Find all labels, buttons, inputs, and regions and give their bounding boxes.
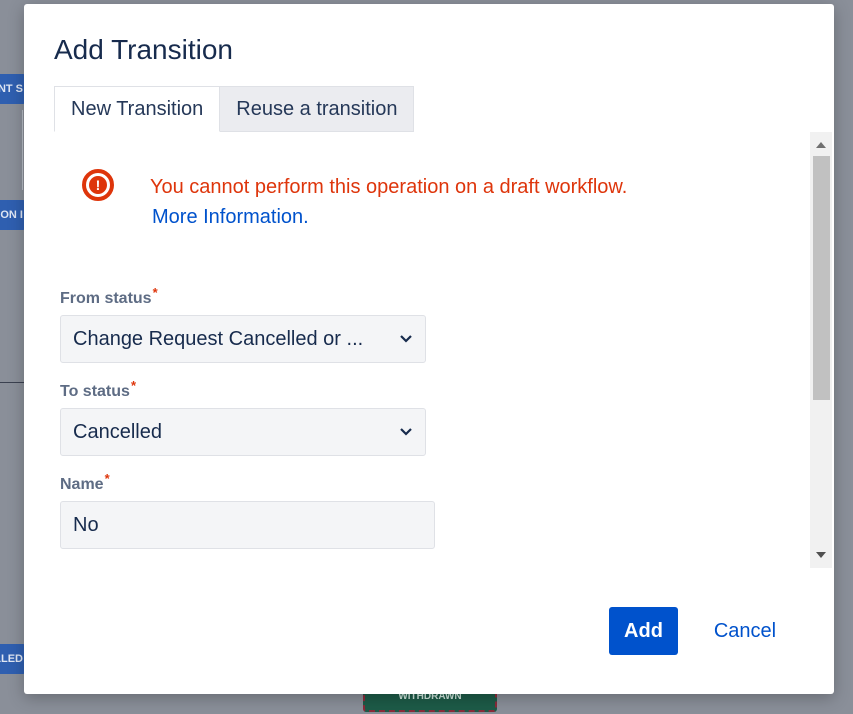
to-status-value: Cancelled (73, 420, 162, 443)
error-message: You cannot perform this operation on a d… (150, 176, 628, 198)
to-status-select[interactable]: Cancelled (60, 408, 426, 456)
workflow-connector (22, 110, 23, 190)
dialog-tabs: New Transition Reuse a transition (54, 86, 415, 132)
cancel-button[interactable]: Cancel (700, 607, 790, 655)
content-scrollbar[interactable] (810, 132, 832, 568)
scrollbar-thumb[interactable] (813, 156, 830, 400)
workflow-status-node: LLED (0, 644, 26, 674)
scroll-up-arrow-icon[interactable] (810, 136, 832, 154)
tab-reuse-transition[interactable]: Reuse a transition (220, 86, 415, 132)
name-input[interactable] (60, 501, 435, 549)
from-status-value: Change Request Cancelled or ... (73, 327, 364, 350)
add-button[interactable]: Add (609, 607, 678, 655)
chevron-down-icon (399, 332, 413, 346)
from-status-label: From status* (60, 285, 158, 307)
from-status-select[interactable]: Change Request Cancelled or ... (60, 315, 426, 363)
dialog-content: ! You cannot perform this operation on a… (54, 132, 810, 568)
name-label: Name* (60, 471, 110, 493)
scroll-down-arrow-icon[interactable] (810, 546, 832, 564)
required-marker: * (130, 378, 136, 393)
more-information-link[interactable]: More Information. (152, 206, 309, 229)
workflow-connector (0, 382, 24, 383)
tab-new-transition[interactable]: New Transition (54, 86, 221, 132)
dialog-title: Add Transition (54, 34, 233, 65)
workflow-status-node: ON I (0, 200, 26, 230)
required-marker: * (104, 471, 110, 486)
to-status-label: To status* (60, 378, 136, 400)
error-icon: ! (82, 169, 114, 201)
chevron-down-icon (399, 425, 413, 439)
workflow-status-node: NT S (0, 74, 26, 104)
add-transition-dialog: Add Transition New Transition Reuse a tr… (24, 4, 834, 694)
required-marker: * (152, 285, 158, 300)
